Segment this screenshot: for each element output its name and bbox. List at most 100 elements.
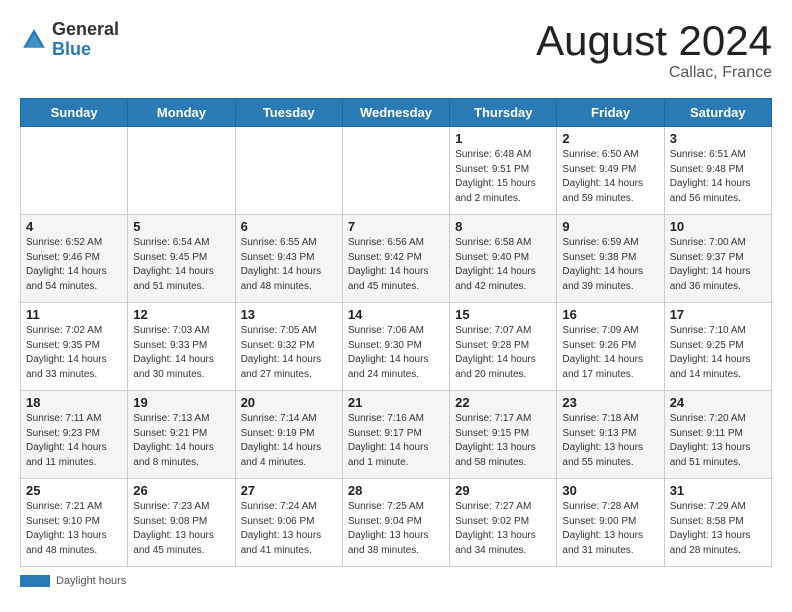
calendar-cell: 23 Sunrise: 7:18 AMSunset: 9:13 PMDaylig… xyxy=(557,391,664,479)
calendar-cell: 12 Sunrise: 7:03 AMSunset: 9:33 PMDaylig… xyxy=(128,303,235,391)
day-info: Sunrise: 7:24 AMSunset: 9:06 PMDaylight:… xyxy=(241,500,337,558)
day-info: Sunrise: 7:23 AMSunset: 9:08 PMDaylight:… xyxy=(133,500,229,558)
day-info: Sunrise: 7:25 AMSunset: 9:04 PMDaylight:… xyxy=(348,500,444,558)
day-info: Sunrise: 7:17 AMSunset: 9:15 PMDaylight:… xyxy=(455,412,551,470)
day-info: Sunrise: 7:03 AMSunset: 9:33 PMDaylight:… xyxy=(133,324,229,382)
day-info: Sunrise: 7:16 AMSunset: 9:17 PMDaylight:… xyxy=(348,412,444,470)
day-header: Friday xyxy=(557,99,664,127)
day-number: 26 xyxy=(133,483,229,498)
day-number: 6 xyxy=(241,219,337,234)
daylight-legend-box xyxy=(20,575,50,587)
calendar-cell: 11 Sunrise: 7:02 AMSunset: 9:35 PMDaylig… xyxy=(21,303,128,391)
calendar-cell: 7 Sunrise: 6:56 AMSunset: 9:42 PMDayligh… xyxy=(342,215,449,303)
day-number: 20 xyxy=(241,395,337,410)
calendar-header-row: SundayMondayTuesdayWednesdayThursdayFrid… xyxy=(21,99,772,127)
calendar-cell: 25 Sunrise: 7:21 AMSunset: 9:10 PMDaylig… xyxy=(21,479,128,567)
calendar-week-row: 4 Sunrise: 6:52 AMSunset: 9:46 PMDayligh… xyxy=(21,215,772,303)
day-info: Sunrise: 7:20 AMSunset: 9:11 PMDaylight:… xyxy=(670,412,766,470)
calendar-cell: 13 Sunrise: 7:05 AMSunset: 9:32 PMDaylig… xyxy=(235,303,342,391)
calendar-cell: 16 Sunrise: 7:09 AMSunset: 9:26 PMDaylig… xyxy=(557,303,664,391)
day-number: 22 xyxy=(455,395,551,410)
day-info: Sunrise: 6:51 AMSunset: 9:48 PMDaylight:… xyxy=(670,148,766,206)
page-header: General Blue August 2024 Callac, France xyxy=(20,20,772,82)
day-number: 27 xyxy=(241,483,337,498)
daylight-label: Daylight hours xyxy=(56,575,126,587)
calendar-cell: 18 Sunrise: 7:11 AMSunset: 9:23 PMDaylig… xyxy=(21,391,128,479)
day-number: 18 xyxy=(26,395,122,410)
day-number: 24 xyxy=(670,395,766,410)
calendar-week-row: 11 Sunrise: 7:02 AMSunset: 9:35 PMDaylig… xyxy=(21,303,772,391)
calendar-week-row: 18 Sunrise: 7:11 AMSunset: 9:23 PMDaylig… xyxy=(21,391,772,479)
logo-blue: Blue xyxy=(52,40,119,60)
day-info: Sunrise: 6:55 AMSunset: 9:43 PMDaylight:… xyxy=(241,236,337,294)
day-number: 7 xyxy=(348,219,444,234)
day-info: Sunrise: 7:11 AMSunset: 9:23 PMDaylight:… xyxy=(26,412,122,470)
day-header: Tuesday xyxy=(235,99,342,127)
calendar-cell: 26 Sunrise: 7:23 AMSunset: 9:08 PMDaylig… xyxy=(128,479,235,567)
location: Callac, France xyxy=(536,64,772,82)
calendar-week-row: 1 Sunrise: 6:48 AMSunset: 9:51 PMDayligh… xyxy=(21,127,772,215)
logo-icon xyxy=(20,26,48,54)
calendar-cell: 2 Sunrise: 6:50 AMSunset: 9:49 PMDayligh… xyxy=(557,127,664,215)
day-info: Sunrise: 6:52 AMSunset: 9:46 PMDaylight:… xyxy=(26,236,122,294)
calendar-cell: 27 Sunrise: 7:24 AMSunset: 9:06 PMDaylig… xyxy=(235,479,342,567)
day-header: Wednesday xyxy=(342,99,449,127)
day-info: Sunrise: 6:58 AMSunset: 9:40 PMDaylight:… xyxy=(455,236,551,294)
calendar-cell: 5 Sunrise: 6:54 AMSunset: 9:45 PMDayligh… xyxy=(128,215,235,303)
day-number: 14 xyxy=(348,307,444,322)
calendar-cell: 8 Sunrise: 6:58 AMSunset: 9:40 PMDayligh… xyxy=(450,215,557,303)
day-info: Sunrise: 7:13 AMSunset: 9:21 PMDaylight:… xyxy=(133,412,229,470)
day-info: Sunrise: 6:54 AMSunset: 9:45 PMDaylight:… xyxy=(133,236,229,294)
day-info: Sunrise: 7:05 AMSunset: 9:32 PMDaylight:… xyxy=(241,324,337,382)
day-number: 13 xyxy=(241,307,337,322)
calendar-cell: 24 Sunrise: 7:20 AMSunset: 9:11 PMDaylig… xyxy=(664,391,771,479)
day-info: Sunrise: 7:00 AMSunset: 9:37 PMDaylight:… xyxy=(670,236,766,294)
logo-general: General xyxy=(52,20,119,40)
calendar-cell: 15 Sunrise: 7:07 AMSunset: 9:28 PMDaylig… xyxy=(450,303,557,391)
day-number: 30 xyxy=(562,483,658,498)
calendar-cell: 6 Sunrise: 6:55 AMSunset: 9:43 PMDayligh… xyxy=(235,215,342,303)
calendar-cell: 21 Sunrise: 7:16 AMSunset: 9:17 PMDaylig… xyxy=(342,391,449,479)
day-number: 2 xyxy=(562,131,658,146)
day-header: Saturday xyxy=(664,99,771,127)
calendar-cell: 30 Sunrise: 7:28 AMSunset: 9:00 PMDaylig… xyxy=(557,479,664,567)
calendar-cell: 20 Sunrise: 7:14 AMSunset: 9:19 PMDaylig… xyxy=(235,391,342,479)
day-info: Sunrise: 7:29 AMSunset: 8:58 PMDaylight:… xyxy=(670,500,766,558)
calendar-cell: 17 Sunrise: 7:10 AMSunset: 9:25 PMDaylig… xyxy=(664,303,771,391)
day-header: Monday xyxy=(128,99,235,127)
day-number: 16 xyxy=(562,307,658,322)
day-number: 5 xyxy=(133,219,229,234)
day-number: 28 xyxy=(348,483,444,498)
day-info: Sunrise: 7:10 AMSunset: 9:25 PMDaylight:… xyxy=(670,324,766,382)
title-block: August 2024 Callac, France xyxy=(536,20,772,82)
day-number: 17 xyxy=(670,307,766,322)
calendar-table: SundayMondayTuesdayWednesdayThursdayFrid… xyxy=(20,98,772,567)
calendar-cell: 14 Sunrise: 7:06 AMSunset: 9:30 PMDaylig… xyxy=(342,303,449,391)
day-number: 21 xyxy=(348,395,444,410)
day-number: 1 xyxy=(455,131,551,146)
day-header: Sunday xyxy=(21,99,128,127)
logo-text: General Blue xyxy=(52,20,119,60)
calendar-cell: 3 Sunrise: 6:51 AMSunset: 9:48 PMDayligh… xyxy=(664,127,771,215)
day-info: Sunrise: 6:59 AMSunset: 9:38 PMDaylight:… xyxy=(562,236,658,294)
day-number: 10 xyxy=(670,219,766,234)
calendar-cell xyxy=(342,127,449,215)
calendar-week-row: 25 Sunrise: 7:21 AMSunset: 9:10 PMDaylig… xyxy=(21,479,772,567)
calendar-cell: 19 Sunrise: 7:13 AMSunset: 9:21 PMDaylig… xyxy=(128,391,235,479)
calendar-cell: 4 Sunrise: 6:52 AMSunset: 9:46 PMDayligh… xyxy=(21,215,128,303)
day-info: Sunrise: 7:06 AMSunset: 9:30 PMDaylight:… xyxy=(348,324,444,382)
day-info: Sunrise: 6:48 AMSunset: 9:51 PMDaylight:… xyxy=(455,148,551,206)
day-number: 9 xyxy=(562,219,658,234)
day-number: 29 xyxy=(455,483,551,498)
day-info: Sunrise: 7:21 AMSunset: 9:10 PMDaylight:… xyxy=(26,500,122,558)
calendar-cell: 29 Sunrise: 7:27 AMSunset: 9:02 PMDaylig… xyxy=(450,479,557,567)
day-info: Sunrise: 7:14 AMSunset: 9:19 PMDaylight:… xyxy=(241,412,337,470)
day-number: 23 xyxy=(562,395,658,410)
calendar-cell: 1 Sunrise: 6:48 AMSunset: 9:51 PMDayligh… xyxy=(450,127,557,215)
day-info: Sunrise: 6:50 AMSunset: 9:49 PMDaylight:… xyxy=(562,148,658,206)
calendar-cell: 22 Sunrise: 7:17 AMSunset: 9:15 PMDaylig… xyxy=(450,391,557,479)
day-number: 4 xyxy=(26,219,122,234)
day-header: Thursday xyxy=(450,99,557,127)
calendar-cell: 9 Sunrise: 6:59 AMSunset: 9:38 PMDayligh… xyxy=(557,215,664,303)
day-info: Sunrise: 7:27 AMSunset: 9:02 PMDaylight:… xyxy=(455,500,551,558)
